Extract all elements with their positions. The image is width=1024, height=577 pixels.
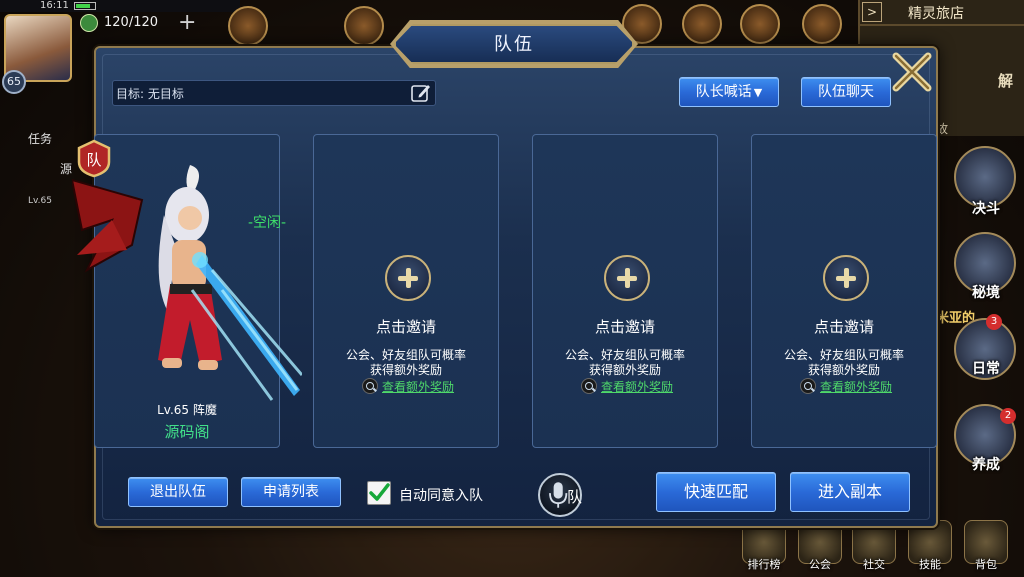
cultivate-badge: 2: [1000, 408, 1016, 424]
teammate-level-fragment: Lv.65: [28, 196, 52, 206]
clock-text: 16:11: [40, 0, 69, 11]
member-name: 源码阁: [164, 423, 210, 441]
skill-label: 技能: [919, 558, 941, 571]
voice-team-label: 队: [567, 488, 583, 506]
invite-title: 点击邀请: [594, 318, 655, 336]
hero-icon[interactable]: [344, 6, 384, 46]
view-extra-rewards-link[interactable]: 查看额外奖励: [601, 378, 673, 395]
backpack-label: 背包: [975, 558, 997, 571]
leader-shout-label: 队长喊话: [695, 84, 752, 100]
view-extra-rewards-link[interactable]: 查看额外奖励: [382, 378, 454, 395]
dialog-title: 队伍: [494, 34, 534, 55]
magnifier-icon: [800, 378, 816, 394]
ranking-label: 排行榜: [747, 558, 781, 571]
close-button[interactable]: [890, 50, 934, 94]
leave-team-button[interactable]: 退出队伍: [128, 477, 228, 507]
checkmark-icon: [369, 483, 390, 501]
magnifier-icon: [362, 378, 378, 394]
social-label: 社交: [863, 558, 885, 571]
stamina-icon: [80, 14, 98, 32]
close-icon: [892, 52, 932, 92]
invite-desc-line1: 公会、好友组队可概率: [564, 348, 685, 362]
invite-desc-line1: 公会、好友组队可概率: [345, 348, 466, 362]
player-level-badge: 65: [2, 70, 26, 94]
guild-label: 公会: [809, 558, 831, 571]
edit-icon[interactable]: [410, 82, 432, 104]
invite-plus-icon[interactable]: [385, 255, 431, 301]
apply-list-button[interactable]: 申请列表: [241, 477, 341, 507]
cultivate-label: 养成: [972, 457, 1000, 473]
daily-badge: 3: [986, 314, 1002, 330]
duel-label: 决斗: [972, 201, 1000, 217]
teammate-name-fragment: 源: [60, 162, 73, 176]
invite-desc-line2: 获得额外奖励: [807, 363, 880, 377]
task-label[interactable]: 任务: [28, 130, 52, 147]
enter-dungeon-button[interactable]: 进入副本: [790, 472, 910, 512]
auto-accept-checkbox[interactable]: [367, 481, 391, 505]
invite-desc-line2: 获得额外奖励: [588, 363, 661, 377]
team-chat-button[interactable]: 队伍聊天: [801, 77, 891, 107]
invite-title: 点击邀请: [375, 318, 436, 336]
character-icon[interactable]: [802, 4, 842, 44]
event-icon[interactable]: [228, 6, 268, 46]
status-bar: [0, 0, 240, 12]
member-level: Lv.65 阵魔: [157, 403, 217, 417]
inn-text-fragment: 解: [998, 72, 1014, 90]
auction-icon[interactable]: [682, 4, 722, 44]
auto-accept-label: 自动同意入队: [399, 488, 483, 504]
invite-plus-icon[interactable]: [823, 255, 869, 301]
add-stamina-button[interactable]: +: [178, 10, 196, 35]
daily-label: 日常: [972, 361, 1000, 377]
dropdown-triangle-icon: ▼: [753, 86, 763, 99]
secret-realm-label: 秘境: [972, 285, 1000, 301]
invite-plus-icon[interactable]: [604, 255, 650, 301]
shop-icon[interactable]: [740, 4, 780, 44]
target-text: 目标: 无目标: [116, 87, 184, 101]
invite-title: 点击邀请: [813, 318, 874, 336]
quick-match-button[interactable]: 快速匹配: [656, 472, 776, 512]
magnifier-icon: [581, 378, 597, 394]
expand-arrow-icon[interactable]: >: [862, 2, 882, 22]
invite-desc-line2: 获得额外奖励: [369, 363, 442, 377]
hero-character-figure: [70, 160, 304, 410]
invite-desc-line1: 公会、好友组队可概率: [783, 348, 904, 362]
inn-title: 精灵旅店: [908, 6, 964, 22]
leader-shout-button[interactable]: 队长喊话 ▼: [679, 77, 779, 107]
view-extra-rewards-link[interactable]: 查看额外奖励: [820, 378, 892, 395]
battery-icon: [74, 2, 96, 10]
stamina-value: 120/120: [104, 15, 159, 30]
inn-divider: [858, 24, 1024, 26]
